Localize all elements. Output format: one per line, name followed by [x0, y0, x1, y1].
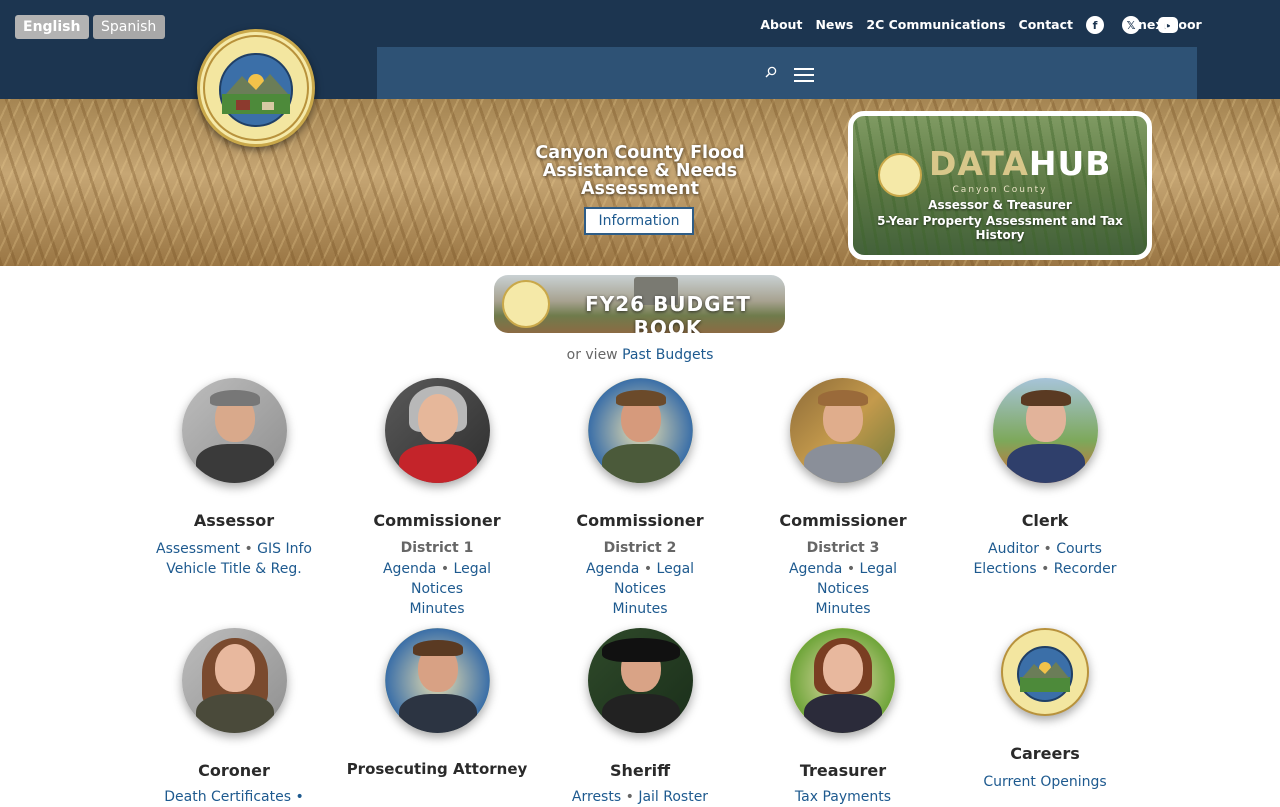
treasurer-photo[interactable]: [790, 628, 895, 733]
commissioner-2-heading: Commissioner: [576, 511, 704, 530]
or-view-text: or view: [566, 347, 618, 363]
clerk-heading: Clerk: [1021, 511, 1069, 530]
gis-info-link[interactable]: GIS Info: [257, 541, 312, 557]
vehicle-title-link[interactable]: Vehicle Title & Reg.: [166, 561, 301, 577]
notices-3-link[interactable]: Notices: [817, 581, 869, 597]
assessor-heading: Assessor: [193, 511, 275, 530]
site-header: English Spanish About News 2C Communicat…: [0, 0, 1280, 99]
elections-link[interactable]: Elections: [973, 561, 1036, 577]
minutes-1-link[interactable]: Minutes: [409, 601, 464, 617]
past-budgets-line: or view Past Budgets: [0, 347, 1280, 363]
recorder-link[interactable]: Recorder: [1054, 561, 1117, 577]
commissioner-3-photo[interactable]: [790, 378, 895, 483]
datahub-title: DATAHUB: [929, 144, 1112, 183]
top-navigation: About News 2C Communications Contact f 𝕏…: [760, 16, 1196, 34]
nav-about[interactable]: About: [760, 16, 802, 34]
arrests-link[interactable]: Arrests: [572, 789, 621, 805]
search-icon[interactable]: [765, 66, 777, 78]
datahub-line-1: Assessor & Treasurer: [928, 198, 1072, 212]
sheriff-links: Arrests • Jail Roster: [571, 789, 709, 805]
tax-payments-link[interactable]: Tax Payments: [795, 789, 891, 805]
prosecuting-attorney-photo[interactable]: [385, 628, 490, 733]
commissioner-2-photo[interactable]: [588, 378, 693, 483]
nav-contact[interactable]: Contact: [1019, 16, 1073, 34]
clerk-links: Auditor • Courts Elections • Recorder: [973, 541, 1117, 577]
prosecuting-attorney-heading: Prosecuting Attorney: [346, 760, 528, 778]
assessment-link[interactable]: Assessment: [156, 541, 240, 557]
clerk-photo[interactable]: [993, 378, 1098, 483]
assessor-photo[interactable]: [182, 378, 287, 483]
agenda-2-link[interactable]: Agenda: [586, 561, 639, 577]
budget-seal-icon: [502, 280, 550, 328]
hero-banner: Canyon County Flood Assistance & Needs A…: [0, 99, 1280, 266]
commissioner-3-heading: Commissioner: [779, 511, 907, 530]
datahub-line-2: 5-Year Property Assessment and Tax Histo…: [877, 214, 1123, 242]
legal-2-link[interactable]: Legal: [657, 561, 695, 577]
hamburger-menu-icon[interactable]: [794, 68, 814, 82]
commissioner-2-links: Agenda • Legal Notices Minutes: [585, 561, 695, 617]
careers-heading: Careers: [1010, 744, 1080, 763]
commissioner-3-links: Agenda • Legal Notices Minutes: [788, 561, 898, 617]
treasurer-links: Tax Payments: [743, 787, 943, 807]
coroner-links: Death Certificates •: [134, 787, 334, 807]
death-certificates-link[interactable]: Death Certificates •: [164, 789, 304, 805]
commissioner-1-links: Agenda • Legal Notices Minutes: [382, 561, 492, 617]
jail-roster-link[interactable]: Jail Roster: [638, 789, 708, 805]
past-budgets-link[interactable]: Past Budgets: [622, 347, 713, 363]
district-3-label: District 3: [806, 540, 880, 556]
district-1-label: District 1: [400, 540, 474, 556]
hero-title: Canyon County Flood Assistance & Needs A…: [535, 143, 745, 199]
spanish-button[interactable]: Spanish: [93, 15, 165, 39]
sheriff-photo[interactable]: [588, 628, 693, 733]
facebook-icon[interactable]: f: [1086, 16, 1104, 34]
budget-book-label: FY26 BUDGET BOOK: [585, 292, 751, 333]
courts-link[interactable]: Courts: [1056, 541, 1102, 557]
coroner-heading: Coroner: [198, 761, 270, 780]
commissioner-1-photo[interactable]: [385, 378, 490, 483]
legal-3-link[interactable]: Legal: [860, 561, 898, 577]
careers-links: Current Openings: [945, 772, 1145, 792]
treasurer-heading: Treasurer: [799, 761, 887, 780]
datahub-banner[interactable]: DATAHUB Canyon County Assessor & Treasur…: [848, 111, 1152, 260]
english-button[interactable]: English: [15, 15, 89, 39]
minutes-2-link[interactable]: Minutes: [612, 601, 667, 617]
agenda-3-link[interactable]: Agenda: [789, 561, 842, 577]
careers-seal-icon[interactable]: [1001, 628, 1089, 716]
datahub-subtitle: Canyon County: [952, 185, 1048, 195]
budget-book-banner[interactable]: FY26 BUDGET BOOK: [494, 275, 785, 333]
sheriff-heading: Sheriff: [609, 761, 671, 780]
notices-2-link[interactable]: Notices: [614, 581, 666, 597]
agenda-1-link[interactable]: Agenda: [383, 561, 436, 577]
commissioner-1-heading: Commissioner: [373, 511, 501, 530]
current-openings-link[interactable]: Current Openings: [983, 774, 1106, 790]
nav-2c-communications[interactable]: 2C Communications: [866, 16, 1005, 34]
auditor-link[interactable]: Auditor: [988, 541, 1039, 557]
main-menu-bar: [377, 47, 1197, 99]
nav-news[interactable]: News: [815, 16, 853, 34]
information-button[interactable]: Information: [584, 207, 694, 235]
district-2-label: District 2: [603, 540, 677, 556]
nextdoor-link[interactable]: nextdoor: [1138, 16, 1202, 34]
county-seal-logo[interactable]: [197, 29, 315, 147]
notices-1-link[interactable]: Notices: [411, 581, 463, 597]
coroner-photo[interactable]: [182, 628, 287, 733]
legal-1-link[interactable]: Legal: [454, 561, 492, 577]
assessor-links: Assessment • GIS Info Vehicle Title & Re…: [156, 541, 312, 577]
minutes-3-link[interactable]: Minutes: [815, 601, 870, 617]
